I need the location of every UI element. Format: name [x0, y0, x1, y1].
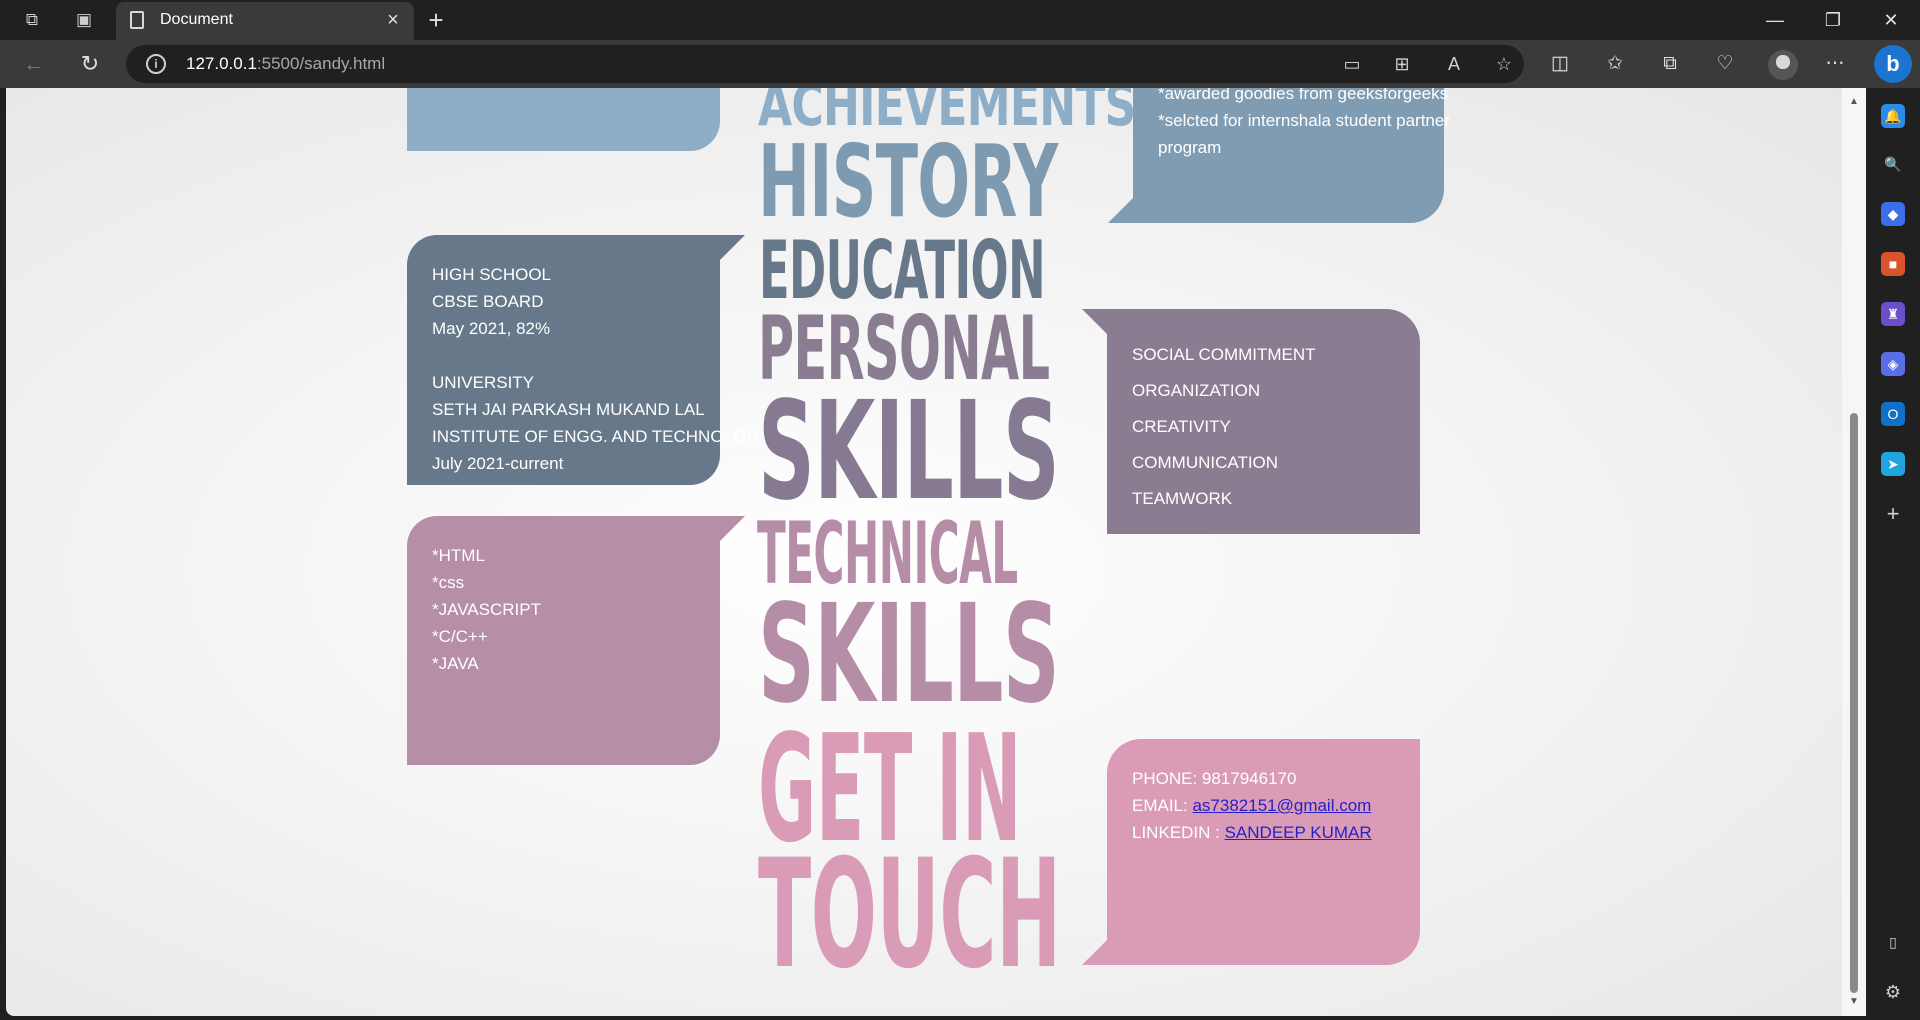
technical-skill-item: *css — [432, 573, 465, 592]
add-sidebar-icon[interactable]: + — [1881, 502, 1905, 526]
word-history: HISTORY — [758, 123, 1058, 240]
profile-avatar[interactable] — [1768, 50, 1798, 80]
sidebar-toggle-icon[interactable]: ▯ — [1881, 930, 1905, 954]
personal-skill-item: SOCIAL COMMITMENT — [1132, 345, 1316, 364]
education-box: HIGH SCHOOL CBSE BOARD May 2021, 82% UNI… — [407, 235, 771, 485]
copilot-icon[interactable]: b — [1874, 45, 1912, 83]
education-line: CBSE BOARD — [432, 292, 544, 311]
education-line: UNIVERSITY — [432, 373, 535, 392]
notifications-icon[interactable]: 🔔 — [1881, 104, 1905, 128]
performance-icon[interactable]: ♡ — [1711, 50, 1739, 78]
personal-skill-item: CREATIVITY — [1132, 417, 1231, 436]
edge-sidebar: 🔔 🔍 ◆ ■ ♜ ◈ O ➤ + ▯ ⚙ — [1866, 88, 1920, 1020]
technical-skill-item: *JAVA — [432, 654, 479, 673]
page-icon — [130, 11, 144, 29]
apps-icon[interactable]: ⊞ — [1390, 53, 1414, 75]
achievement-line: program — [1158, 138, 1222, 157]
restore-button[interactable]: ❐ — [1804, 0, 1862, 40]
education-line: SETH JAI PARKASH MUKAND LAL — [432, 400, 705, 419]
browser-title-bar: ⧉ ▣ Document × + — ❐ ✕ — [0, 0, 1920, 40]
technical-skills-pointer — [720, 516, 745, 541]
device-icon[interactable]: ▭ — [1340, 53, 1364, 75]
word-skills-personal: SKILLS — [758, 373, 1060, 531]
achievement-line: *awarded goodies from geeksforgeeks — [1158, 88, 1449, 103]
address-bar[interactable]: i 127.0.0.1:5500/sandy.html ▭ ⊞ A ☆ — [126, 45, 1524, 83]
email-label: EMAIL: — [1132, 796, 1193, 815]
contact-pointer — [1082, 940, 1107, 965]
education-pointer — [720, 235, 745, 260]
technical-skill-item: *C/C++ — [432, 627, 488, 646]
contact-phone: PHONE: 9817946170 — [1132, 769, 1297, 788]
favorite-star-icon[interactable]: ☆ — [1492, 53, 1516, 75]
page-scrollbar[interactable]: ▲ ▼ — [1842, 88, 1866, 1016]
close-window-button[interactable]: ✕ — [1862, 0, 1920, 40]
personal-skills-box: SOCIAL COMMITMENT ORGANIZATION CREATIVIT… — [1082, 309, 1420, 534]
close-tab-icon[interactable]: × — [382, 9, 404, 31]
send-icon[interactable]: ➤ — [1881, 452, 1905, 476]
contact-email-row: EMAIL: as7382151@gmail.com — [1132, 792, 1372, 819]
microsoft365-icon[interactable]: ◈ — [1881, 352, 1905, 376]
personal-skill-item: TEAMWORK — [1132, 489, 1233, 508]
outlook-icon[interactable]: O — [1881, 402, 1905, 426]
technical-skill-item: *HTML — [432, 546, 485, 565]
education-line: INSTITUTE OF ENGG. AND TECHNOLOGY — [432, 427, 771, 446]
tab-actions-icon[interactable]: ▣ — [72, 8, 96, 32]
linkedin-link[interactable]: SANDEEP KUMAR — [1225, 823, 1372, 842]
linkedin-label: LINKEDIN : — [1132, 823, 1225, 842]
favorites-icon[interactable]: ✩ — [1601, 50, 1629, 78]
personal-skill-item: COMMUNICATION — [1132, 453, 1279, 472]
personal-skills-pointer — [1082, 309, 1107, 334]
achievements-pointer — [1108, 198, 1133, 223]
refresh-button[interactable]: ↻ — [74, 48, 106, 80]
scroll-thumb[interactable] — [1850, 413, 1858, 993]
tab-document[interactable]: Document × — [116, 2, 414, 40]
personal-skill-item: ORGANIZATION — [1132, 381, 1261, 400]
read-aloud-icon[interactable]: A — [1442, 53, 1466, 75]
contact-box: PHONE: 9817946170 EMAIL: as7382151@gmail… — [1082, 739, 1420, 965]
scroll-down-arrow[interactable]: ▼ — [1848, 996, 1860, 1008]
education-line: HIGH SCHOOL — [432, 265, 552, 284]
education-line: May 2021, 82% — [432, 319, 551, 338]
scroll-up-arrow[interactable]: ▲ — [1848, 96, 1860, 108]
games-icon[interactable]: ♜ — [1881, 302, 1905, 326]
split-screen-icon[interactable]: ◫ — [1546, 50, 1574, 78]
minimize-button[interactable]: — — [1746, 0, 1804, 40]
collections-icon[interactable]: ⧉ — [1656, 50, 1684, 78]
page-viewport: *awarded goodies from geeksforgeeks *sel… — [6, 88, 1842, 1016]
education-line: July 2021-current — [432, 454, 564, 473]
new-tab-button[interactable]: + — [422, 6, 450, 34]
technical-skill-item: *JAVASCRIPT — [432, 600, 541, 619]
site-info-icon[interactable]: i — [146, 54, 166, 74]
search-icon[interactable]: 🔍 — [1881, 152, 1905, 176]
settings-gear-icon[interactable]: ⚙ — [1881, 980, 1905, 1004]
achievement-line: *selcted for internshala student partner — [1158, 111, 1451, 130]
technical-skills-box: *HTML *css *JAVASCRIPT *C/C++ *JAVA — [407, 516, 745, 765]
shopping-tag-icon[interactable]: ◆ — [1881, 202, 1905, 226]
word-touch: TOUCH — [758, 828, 1061, 1002]
top-left-box — [407, 88, 720, 151]
email-link[interactable]: as7382151@gmail.com — [1192, 796, 1371, 815]
tab-title: Document — [160, 11, 233, 28]
address-url[interactable]: 127.0.0.1:5500/sandy.html — [186, 54, 385, 74]
contact-linkedin-row: LINKEDIN : SANDEEP KUMAR — [1132, 819, 1372, 846]
browser-toolbar: ← ↻ i 127.0.0.1:5500/sandy.html ▭ ⊞ A ☆ … — [0, 40, 1920, 88]
workspaces-icon[interactable]: ⧉ — [20, 8, 44, 32]
back-button[interactable]: ← — [18, 48, 50, 80]
achievements-box: *awarded goodies from geeksforgeeks *sel… — [1108, 88, 1450, 223]
more-menu-icon[interactable]: ⋯ — [1821, 50, 1849, 78]
tools-icon[interactable]: ■ — [1881, 252, 1905, 276]
